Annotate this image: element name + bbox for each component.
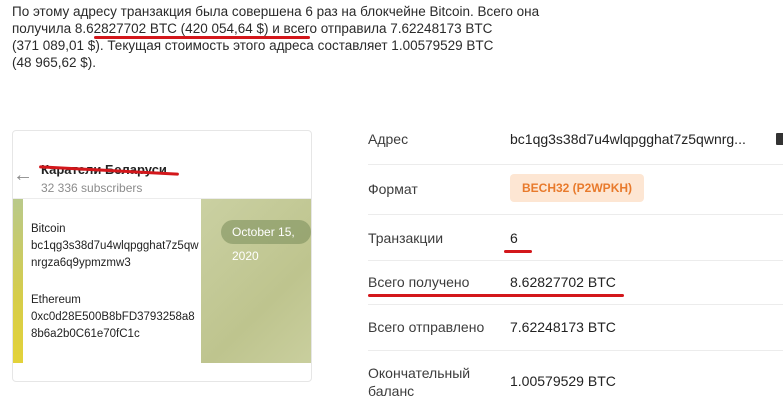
- balance-value: 1.00579529 BTC: [510, 373, 616, 389]
- summary-line-3: (371 089,01 $). Текущая стоимость этого …: [12, 38, 494, 53]
- balance-key: Окончательный баланс: [368, 364, 470, 400]
- summary-received-highlight: 8.62827702 BTC (420 054,64 $): [74, 21, 269, 36]
- btc-label: Bitcoin: [31, 223, 66, 235]
- summary-line-1: По этому адресу транзакция была совершен…: [12, 4, 540, 19]
- address-value[interactable]: bc1qg3s38d7u4wlqpgghat7z5qwnrg...: [510, 131, 746, 147]
- copy-icon[interactable]: [776, 133, 783, 145]
- format-badge: BECH32 (P2WPKH): [510, 174, 645, 202]
- address-key: Адрес: [368, 131, 409, 147]
- telegram-header: ← Каратели Беларуси 32 336 subscribers: [13, 154, 311, 199]
- eth-label: Ethereum: [31, 294, 81, 306]
- transactions-value: 6: [510, 230, 518, 246]
- received-key: Всего получено: [368, 274, 470, 290]
- sent-key: Всего отправлено: [368, 319, 485, 335]
- divider: [368, 350, 783, 351]
- date-pill: October 15, 2020: [221, 220, 311, 263]
- divider: [368, 164, 783, 165]
- chat-background-strip: [13, 199, 23, 363]
- divider: [368, 214, 783, 215]
- summary-line-2-pre: получила: [12, 21, 75, 36]
- divider: [368, 260, 783, 261]
- btc-address: bc1qg3s38d7u4wlqpgghat7z5qwnrgza6q9ypmzm…: [31, 240, 199, 269]
- summary-line-2-post: и всего отправила 7.62248173 BTC: [268, 21, 493, 36]
- summary-line-2: получила 8.62827702 BTC (420 054,64 $) и…: [12, 20, 592, 37]
- eth-address: 0xc0d28E500B8bFD3793258a88b6a2b0C61e70fC…: [31, 311, 195, 340]
- balance-key-line-2: баланс: [368, 383, 415, 399]
- red-underline-annotation: [504, 250, 532, 253]
- telegram-screenshot: ← Каратели Беларуси 32 336 subscribers O…: [12, 130, 312, 382]
- red-underline-annotation: [368, 294, 624, 297]
- divider: [368, 304, 783, 305]
- red-underline-annotation: [94, 36, 310, 39]
- summary-line-4: (48 965,62 $).: [12, 55, 97, 70]
- balance-key-line-1: Окончательный: [368, 365, 471, 381]
- subscriber-count: 32 336 subscribers: [41, 181, 143, 195]
- received-value: 8.62827702 BTC: [510, 274, 616, 290]
- format-key: Формат: [368, 181, 418, 197]
- arrow-left-icon[interactable]: ←: [13, 164, 33, 186]
- sent-value: 7.62248173 BTC: [510, 319, 616, 335]
- message-bubble: Bitcoin bc1qg3s38d7u4wlqpgghat7z5qwnrgza…: [23, 199, 201, 363]
- transactions-key: Транзакции: [368, 230, 444, 246]
- summary-paragraph: По этому адресу транзакция была совершен…: [12, 3, 592, 71]
